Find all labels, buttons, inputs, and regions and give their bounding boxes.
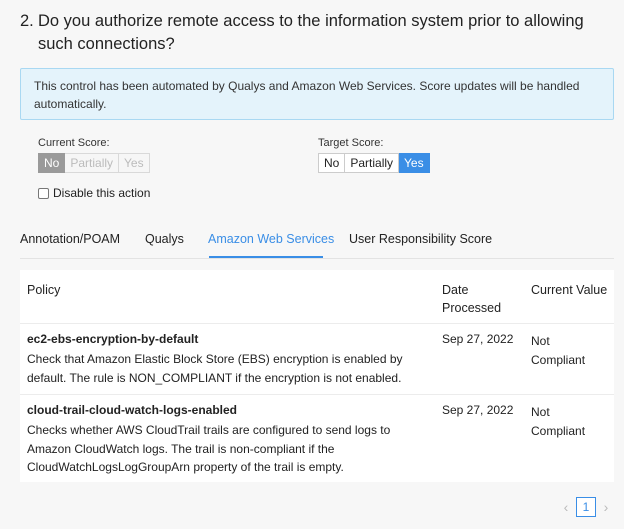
current-score-label: Current Score: bbox=[38, 137, 110, 149]
current-value-line1: Not bbox=[531, 334, 550, 348]
tab-qualys[interactable]: Qualys bbox=[145, 232, 184, 246]
target-score-yes[interactable]: Yes bbox=[399, 153, 430, 173]
date-processed: Sep 27, 2022 bbox=[442, 403, 514, 417]
date-processed: Sep 27, 2022 bbox=[442, 332, 514, 346]
header-current-value: Current Value bbox=[531, 283, 608, 297]
target-score-partially[interactable]: Partially bbox=[345, 153, 400, 173]
policy-description: Check that Amazon Elastic Block Store (E… bbox=[27, 352, 403, 385]
tabs-divider bbox=[20, 258, 614, 259]
automation-notice: This control has been automated by Qualy… bbox=[20, 68, 614, 120]
header-date-line2: Processed bbox=[442, 301, 502, 315]
page-button-current[interactable]: 1 bbox=[576, 497, 596, 517]
disable-action-label[interactable]: Disable this action bbox=[53, 186, 150, 200]
current-score-selector: No Partially Yes bbox=[38, 153, 150, 173]
table-row: ec2-ebs-encryption-by-default Check that… bbox=[20, 324, 614, 394]
tab-annotation-poam[interactable]: Annotation/POAM bbox=[20, 232, 120, 246]
header-date-processed: Date Processed bbox=[442, 281, 501, 317]
current-value-line2: Compliant bbox=[531, 352, 586, 367]
tab-user-responsibility-score[interactable]: User Responsibility Score bbox=[349, 232, 492, 246]
tab-amazon-web-services[interactable]: Amazon Web Services bbox=[208, 232, 334, 246]
current-score-partially: Partially bbox=[65, 153, 120, 173]
current-value: Not Compliant bbox=[531, 332, 601, 369]
question-number: 2. bbox=[20, 12, 34, 30]
target-score-label: Target Score: bbox=[318, 137, 384, 149]
current-score-yes: Yes bbox=[119, 153, 150, 173]
pagination: ‹ 1 › bbox=[559, 497, 613, 517]
policy-description: Checks whether AWS CloudTrail trails are… bbox=[27, 423, 391, 474]
header-date-line1: Date bbox=[442, 283, 469, 297]
policy-table: Policy Date Processed Current Value ec2-… bbox=[20, 270, 614, 482]
target-score-selector[interactable]: No Partially Yes bbox=[318, 153, 430, 173]
question-text: Do you authorize remote access to the in… bbox=[38, 12, 584, 53]
disable-action-row[interactable]: Disable this action bbox=[38, 186, 150, 200]
target-score-no[interactable]: No bbox=[318, 153, 346, 173]
disable-action-checkbox[interactable] bbox=[38, 187, 49, 199]
current-value-line2: Compliant bbox=[531, 423, 586, 438]
chevron-left-icon[interactable]: ‹ bbox=[559, 499, 573, 515]
chevron-right-icon[interactable]: › bbox=[599, 499, 613, 515]
policy-name: ec2-ebs-encryption-by-default bbox=[27, 332, 199, 346]
current-value: Not Compliant bbox=[531, 403, 601, 440]
policy-name: cloud-trail-cloud-watch-logs-enabled bbox=[27, 403, 238, 417]
header-policy: Policy bbox=[27, 283, 61, 297]
table-row: cloud-trail-cloud-watch-logs-enabled Che… bbox=[20, 395, 614, 482]
current-value-line1: Not bbox=[531, 405, 550, 419]
current-score-no: No bbox=[38, 153, 66, 173]
question-heading: 2. Do you authorize remote access to the… bbox=[20, 10, 610, 56]
